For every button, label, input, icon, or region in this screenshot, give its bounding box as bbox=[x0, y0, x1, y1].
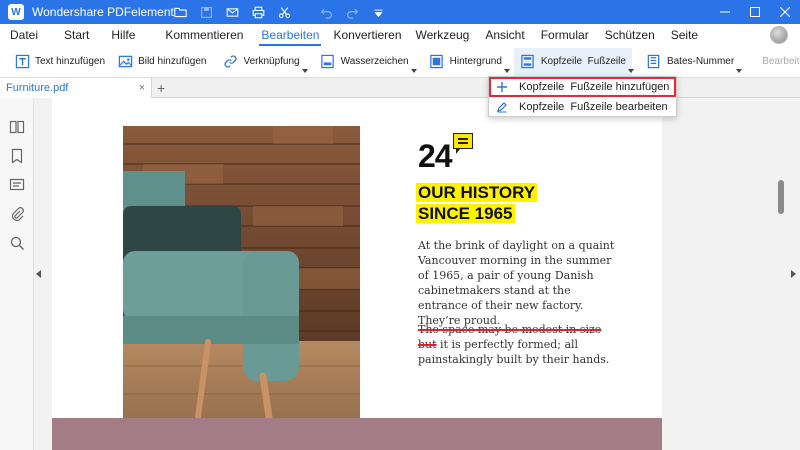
link-button[interactable]: Verknüpfung bbox=[216, 48, 308, 76]
menu-werkzeug[interactable]: Werkzeug bbox=[408, 24, 478, 46]
history-heading: OUR HISTORY SINCE 1965 bbox=[416, 182, 538, 224]
chair-photo bbox=[123, 126, 360, 450]
chevron-down-icon bbox=[503, 68, 510, 73]
quick-access-toolbar bbox=[170, 3, 388, 21]
pencil-icon bbox=[495, 100, 509, 114]
edit-header-footer-item[interactable]: Kopfzeile Fußzeile bearbeiten bbox=[489, 97, 676, 117]
pdf-page: 24 OUR HISTORY SINCE 1965 At the brink o… bbox=[52, 98, 662, 450]
paragraph-1: At the brink of daylight on a quaint Van… bbox=[418, 239, 615, 327]
bates-label: Bates-Nummer bbox=[666, 56, 735, 67]
document-tabs: Furniture.pdf × + bbox=[0, 77, 800, 98]
menu-bar: Datei Start Hilfe Kommentieren Bearbeite… bbox=[0, 24, 800, 46]
comment-icon[interactable] bbox=[0, 170, 34, 199]
page-number-24: 24 bbox=[418, 138, 453, 174]
avatar[interactable] bbox=[770, 26, 788, 44]
watermark-icon bbox=[320, 54, 336, 70]
edit-toolbar: Text hinzufügen Bild hinzufügen Verknüpf… bbox=[0, 46, 800, 78]
add-image-button[interactable]: Bild hinzufügen bbox=[111, 48, 212, 76]
menu-hilfe[interactable]: Hilfe bbox=[103, 24, 159, 46]
close-icon[interactable] bbox=[770, 0, 800, 24]
watermark-button[interactable]: Wasserzeichen bbox=[314, 48, 417, 76]
plus-icon bbox=[495, 80, 509, 94]
app-logo: W bbox=[8, 4, 24, 20]
menu-schuetzen[interactable]: Schützen bbox=[597, 24, 663, 46]
search-icon[interactable] bbox=[0, 228, 34, 257]
menu-start[interactable]: Start bbox=[48, 24, 103, 46]
app-title: Wondershare PDFelement bbox=[32, 5, 174, 19]
menu-seite[interactable]: Seite bbox=[663, 24, 706, 46]
chevron-down-icon bbox=[627, 68, 634, 73]
paragraph-2: The space may be modest in size but it i… bbox=[418, 322, 618, 367]
sticky-note-icon[interactable] bbox=[453, 133, 473, 154]
chevron-down-icon bbox=[301, 68, 308, 73]
close-tab-icon[interactable]: × bbox=[139, 82, 145, 94]
header-footer-label: Kopfzeile Fußzeile bbox=[540, 56, 626, 67]
image-icon bbox=[117, 54, 133, 70]
link-label: Verknüpfung bbox=[243, 56, 300, 67]
add-tab-icon[interactable]: + bbox=[157, 80, 165, 96]
heading-line-2: SINCE 1965 bbox=[416, 204, 515, 223]
minimize-icon[interactable] bbox=[710, 0, 740, 24]
scissors-icon[interactable] bbox=[274, 3, 294, 21]
bookmark-icon[interactable] bbox=[0, 141, 34, 170]
bates-number-button[interactable]: Bates-Nummer bbox=[640, 48, 743, 76]
menu-bearbeiten[interactable]: Bearbeiten bbox=[259, 24, 322, 46]
menu-kommentieren[interactable]: Kommentieren bbox=[159, 24, 253, 46]
save-icon[interactable] bbox=[196, 3, 216, 21]
thumbnails-icon[interactable] bbox=[0, 112, 34, 141]
menu-ansicht[interactable]: Ansicht bbox=[477, 24, 532, 46]
link-icon bbox=[222, 54, 238, 70]
undo-icon[interactable] bbox=[316, 3, 336, 21]
add-text-label: Text hinzufügen bbox=[35, 56, 106, 67]
redo-icon[interactable] bbox=[342, 3, 362, 21]
text-icon bbox=[14, 54, 30, 70]
dropdown-icon[interactable] bbox=[368, 3, 388, 21]
window-controls bbox=[710, 0, 800, 24]
add-header-footer-label: Kopfzeile Fußzeile hinzufügen bbox=[519, 81, 670, 93]
vertical-scrollbar[interactable] bbox=[778, 180, 784, 214]
print-icon[interactable] bbox=[248, 3, 268, 21]
maximize-icon[interactable] bbox=[740, 0, 770, 24]
bates-icon bbox=[646, 54, 662, 70]
add-image-label: Bild hinzufügen bbox=[138, 56, 207, 67]
title-bar: W Wondershare PDFelement bbox=[0, 0, 800, 24]
chevron-down-icon bbox=[736, 68, 743, 73]
header-footer-icon bbox=[520, 54, 536, 70]
tab-furniture[interactable]: Furniture.pdf × bbox=[0, 77, 152, 98]
chevron-down-icon bbox=[410, 68, 417, 73]
add-text-button[interactable]: Text hinzufügen bbox=[8, 48, 111, 76]
background-icon bbox=[429, 54, 445, 70]
header-footer-dropdown: Kopfzeile Fußzeile hinzufügen Kopfzeile … bbox=[488, 76, 677, 117]
footer-band bbox=[52, 418, 662, 450]
tab-title: Furniture.pdf bbox=[6, 81, 69, 94]
left-sidebar bbox=[0, 98, 34, 450]
edit-header-footer-label: Kopfzeile Fußzeile bearbeiten bbox=[519, 101, 668, 113]
mail-icon[interactable] bbox=[222, 3, 242, 21]
folder-icon[interactable] bbox=[170, 3, 190, 21]
heading-line-1: OUR HISTORY bbox=[416, 183, 538, 202]
paragraph-2-rest: it is perfectly formed; all painstakingl… bbox=[418, 338, 610, 366]
menu-konvertieren[interactable]: Konvertieren bbox=[327, 24, 407, 46]
background-label: Hintergrund bbox=[449, 56, 502, 67]
edit-toggle-label: Bearbeiten bbox=[762, 56, 800, 67]
add-header-footer-item[interactable]: Kopfzeile Fußzeile hinzufügen bbox=[489, 77, 676, 97]
collapse-right-icon[interactable] bbox=[791, 270, 796, 278]
attachment-icon[interactable] bbox=[0, 199, 34, 228]
header-footer-button[interactable]: Kopfzeile Fußzeile bbox=[513, 47, 634, 76]
background-button[interactable]: Hintergrund bbox=[423, 48, 510, 76]
collapse-left-icon[interactable] bbox=[36, 270, 41, 278]
menu-datei[interactable]: Datei bbox=[0, 24, 48, 46]
watermark-label: Wasserzeichen bbox=[340, 56, 409, 67]
menu-formular[interactable]: Formular bbox=[533, 24, 597, 46]
